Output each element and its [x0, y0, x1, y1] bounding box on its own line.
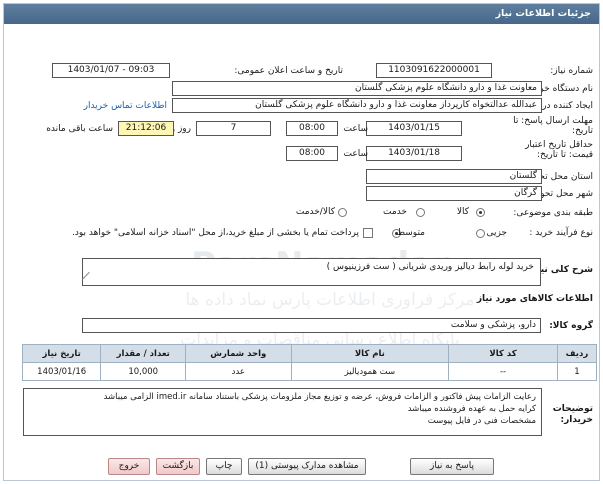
buyer-note-line: رعایت الزامات پیش فاکتور و الزامات فروش،… [103, 392, 536, 402]
need-number-label: شماره نیاز: [550, 66, 593, 76]
cell-quantity: 10,000 [100, 362, 187, 381]
goods-section-title: اطلاعات کالاهای مورد نیاز [476, 294, 593, 304]
col-item-code: کد کالا [448, 344, 558, 363]
reply-date-field[interactable]: 1403/01/15 [366, 121, 462, 136]
creator-field[interactable]: عبدالله عدالتخواه کارپرداز معاونت غذا و … [172, 98, 542, 113]
city-field[interactable]: گرگان [366, 186, 542, 201]
cell-unit: عدد [185, 362, 292, 381]
goods-table: ردیف کد کالا نام کالا واحد شمارش تعداد /… [21, 344, 598, 381]
buyer-note-line: مشخصات فنی در فایل پیوست [427, 416, 536, 426]
description-field[interactable]: خرید لوله رابط دیالیز وریدی شریانی ( ست … [82, 258, 541, 286]
cell-need-date: 1403/01/16 [21, 362, 102, 381]
process-option-minor: جزیی [486, 228, 507, 238]
remaining-time-field: 21:12:06 [118, 121, 174, 136]
treasury-checkbox[interactable] [363, 228, 373, 238]
reply-time-label: ساعت [343, 124, 369, 134]
goods-group-label: گروه کالا: [549, 321, 593, 331]
goods-table-header: ردیف کد کالا نام کالا واحد شمارش تعداد /… [21, 344, 598, 363]
col-item-name: نام کالا [290, 344, 450, 363]
reply-time-field[interactable]: 08:00 [286, 121, 338, 136]
contact-info-link[interactable]: اطلاعات تماس خریدار [84, 101, 167, 111]
process-option-medium: متوسط [396, 228, 425, 238]
validity-date-field[interactable]: 1403/01/18 [366, 146, 462, 161]
need-number-field[interactable]: 1103091622000001 [376, 63, 492, 78]
category-radio-service[interactable] [416, 208, 425, 217]
announce-label: تاریخ و ساعت اعلان عمومی: [234, 66, 343, 76]
print-button[interactable]: چاپ [206, 458, 242, 475]
announce-field[interactable]: 1403/01/07 - 09:03 [52, 63, 170, 78]
validity-time-label: ساعت [343, 149, 369, 159]
col-need-date: تاریخ نیاز [21, 344, 102, 363]
category-label: طبقه بندی موضوعی: [513, 208, 593, 218]
reply-deadline-label: مهلت ارسال پاسخ: تا تاریخ: [513, 116, 593, 136]
days-field[interactable]: 7 [196, 121, 271, 136]
cell-item-name: ست همودیالیز [290, 362, 450, 381]
reply-button[interactable]: پاسخ به نیاز [410, 458, 494, 475]
page-title: جزئیات اطلاعات نیاز [4, 4, 599, 24]
exit-button[interactable]: خروج [108, 458, 150, 475]
process-radio-minor[interactable] [476, 229, 485, 238]
back-button[interactable]: بازگشت [156, 458, 200, 475]
validity-time-field[interactable]: 08:00 [286, 146, 338, 161]
goods-group-field[interactable]: دارو، پزشکی و سلامت [82, 318, 541, 333]
buyer-notes-label: توضیحات خریدار: [552, 404, 593, 425]
validity-label: حداقل تاریخ اعتبار قیمت: تا تاریخ: [525, 140, 593, 160]
table-row[interactable]: 1 -- ست همودیالیز عدد 10,000 1403/01/16 [21, 362, 598, 381]
process-type-label: نوع فرآیند خرید : [529, 228, 593, 238]
col-quantity: تعداد / مقدار [100, 344, 187, 363]
view-attachments-button[interactable]: مشاهده مدارک پیوستی (1) [248, 458, 366, 475]
cell-item-code: -- [448, 362, 558, 381]
col-row-number: ردیف [556, 344, 598, 363]
category-option-goods-service: کالا/خدمت [295, 207, 335, 217]
category-radio-goods[interactable] [476, 208, 485, 217]
buyer-notes-field: رعایت الزامات پیش فاکتور و الزامات فروش،… [23, 388, 542, 436]
cell-row-number: 1 [556, 362, 598, 381]
province-field[interactable]: گلستان [366, 169, 542, 184]
category-option-service: خدمت [383, 207, 407, 217]
buyer-note-line: کرایه حمل به عهده فروشنده میباشد [407, 404, 536, 414]
category-option-goods: کالا [456, 207, 469, 217]
remaining-label: ساعت باقی مانده [46, 124, 113, 134]
treasury-payment-note: پرداخت تمام یا بخشی از مبلغ خرید،از محل … [71, 228, 359, 238]
col-unit: واحد شمارش [185, 344, 292, 363]
category-radio-goods-service[interactable] [338, 208, 347, 217]
buyer-org-field[interactable]: معاونت غذا و دارو دانشگاه علوم پزشکی گلس… [172, 81, 542, 96]
